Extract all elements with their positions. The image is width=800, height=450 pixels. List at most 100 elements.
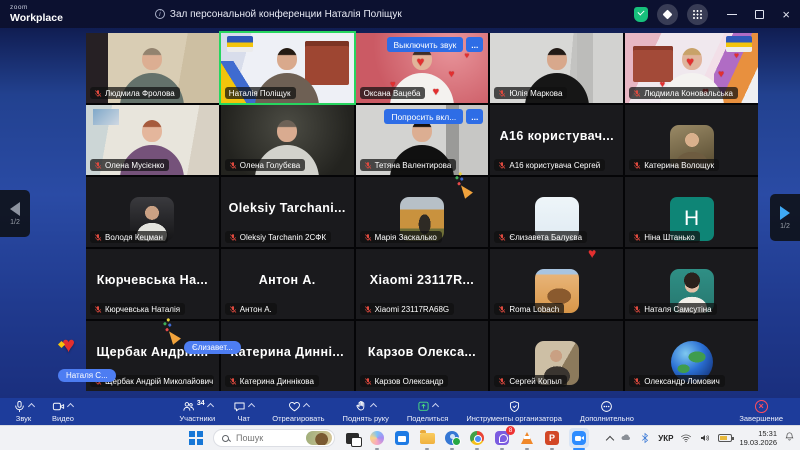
participant-tile[interactable]: Олександр Ломович (625, 321, 758, 391)
vlc-button[interactable] (519, 430, 535, 446)
muted-mic-icon (498, 305, 506, 314)
chrome-button[interactable] (469, 430, 485, 446)
notification-bell-icon[interactable] (784, 429, 795, 447)
participant-tile[interactable]: Єлизавета Балуєва (490, 177, 623, 247)
react-button[interactable]: Отреагировать (263, 398, 333, 425)
muted-mic-icon (498, 161, 506, 170)
participant-name: Людмила Фролова (105, 89, 175, 98)
contact-check-icon (445, 431, 459, 445)
tray-clock[interactable]: 15:31 19.03.2026 (739, 429, 777, 448)
participant-tile[interactable]: Roma Lobach (490, 249, 623, 319)
participant-tile[interactable]: Наталія Поліщук (221, 33, 354, 103)
zoom-app-button[interactable] (569, 428, 589, 448)
participant-tile[interactable]: Антон А.Антон А. (221, 249, 354, 319)
muted-mic-icon (633, 305, 641, 314)
volume-icon[interactable] (699, 432, 711, 444)
maximize-button[interactable] (755, 10, 764, 19)
bluetooth-tray-icon[interactable] (639, 432, 651, 444)
powerpoint-button[interactable]: P (544, 430, 560, 446)
chevron-up-icon[interactable] (28, 403, 35, 410)
participant-display-name: А16 користувач... (490, 129, 623, 143)
participant-tile[interactable]: Сергей Копыл (490, 321, 623, 391)
participant-tile[interactable]: ♥♥♥♥♥Людмила Коновальська (625, 33, 758, 103)
apps-grid-button[interactable] (687, 4, 708, 25)
meeting-title: i Зал персональной конференции Наталія П… (155, 9, 402, 20)
participant-nameplate: Єлизавета Балуєва (494, 231, 587, 243)
virtual-background-logo (726, 36, 752, 52)
participant-tile[interactable]: Олена Мусієнко (86, 105, 219, 175)
participant-nameplate: Олена Мусієнко (90, 159, 169, 171)
more-button[interactable]: Дополнительно (571, 398, 643, 425)
previous-page-button[interactable]: 1/2 (0, 190, 30, 237)
tile-more-options-button[interactable]: ... (466, 37, 483, 52)
participant-name: Xiaomi 23117RA68G (375, 305, 450, 314)
participant-tile[interactable]: Xiaomi 23117R...Xiaomi 23117RA68G (356, 249, 489, 319)
next-page-button[interactable]: 1/2 (770, 194, 800, 241)
participant-tile[interactable]: Попросить вкл......Тетяна Валентирова (356, 105, 489, 175)
language-indicator[interactable]: УКР (658, 434, 673, 443)
participant-tile[interactable]: Катерина Волощук (625, 105, 758, 175)
host-tools-button[interactable]: Инструменты организатора (457, 398, 571, 425)
participant-name: Oleksiy Tarchanin 2СФК (240, 233, 326, 242)
participant-tile[interactable]: Олена Голубєва (221, 105, 354, 175)
participant-tile[interactable]: ♥♥♥♥♥Выключить звук...Оксана Вацеба (356, 33, 489, 103)
ask-to-unmute-button[interactable]: Попросить вкл... (384, 109, 463, 124)
chevron-up-icon[interactable] (207, 403, 214, 410)
meeting-info-icon[interactable]: i (155, 9, 165, 19)
start-button[interactable] (188, 430, 204, 446)
audio-button[interactable]: Звук (4, 398, 43, 425)
share-screen-button[interactable]: Поделиться (398, 398, 457, 425)
participant-tile[interactable]: Oleksiy Tarchani...Oleksiy Tarchanin 2СФ… (221, 177, 354, 247)
participant-tile[interactable]: Наталя Самсутіна (625, 249, 758, 319)
chevron-up-icon[interactable] (67, 403, 74, 410)
wifi-icon[interactable] (680, 432, 692, 444)
chevron-up-icon[interactable] (248, 403, 255, 410)
participant-tile[interactable]: Юлія Маркова (490, 33, 623, 103)
participant-tile[interactable]: Володя Кецман (86, 177, 219, 247)
muted-mic-icon (633, 161, 641, 170)
mute-participant-button[interactable]: Выключить звук (387, 37, 464, 52)
muted-mic-icon (364, 305, 372, 314)
tray-hidden-icons-chevron[interactable] (606, 435, 614, 443)
participant-nameplate: Олександр Ломович (629, 375, 725, 387)
viber-button[interactable]: 8 (494, 430, 510, 446)
close-button[interactable]: × (782, 8, 790, 21)
security-shield-icon[interactable] (634, 7, 648, 22)
taskbar-search[interactable] (213, 429, 335, 447)
search-highlight-image[interactable] (306, 431, 332, 445)
chevron-up-icon[interactable] (303, 403, 310, 410)
microsoft-store-button[interactable] (394, 430, 410, 446)
participant-tile[interactable]: Катерина Динні...Катерина Диннікова (221, 321, 354, 391)
raise-hand-button[interactable]: Поднять руку (334, 398, 398, 425)
participant-nameplate: Катерина Волощук (629, 159, 719, 171)
battery-icon[interactable] (718, 434, 732, 442)
tile-more-options-button[interactable]: ... (466, 109, 483, 124)
participants-button[interactable]: 34 Участники (170, 398, 224, 425)
video-button[interactable]: Видео (43, 398, 83, 425)
copilot-button[interactable] (369, 430, 385, 446)
onedrive-cloud-icon[interactable] (620, 432, 632, 444)
file-explorer-button[interactable] (419, 430, 435, 446)
zoom-camera-icon (572, 431, 586, 445)
participant-tile[interactable]: Людмила Фролова (86, 33, 219, 103)
participants-icon (182, 400, 195, 413)
chevron-up-icon[interactable] (370, 403, 377, 410)
participant-name: Людмила Коновальська (644, 89, 733, 98)
chat-button[interactable]: Чат (224, 398, 263, 425)
ai-companion-button[interactable] (657, 4, 678, 25)
muted-mic-icon (633, 89, 641, 98)
end-meeting-button[interactable]: × Завершение (730, 398, 792, 425)
participant-nameplate: Наталя Самсутіна (629, 303, 716, 315)
participant-name: Катерина Диннікова (240, 377, 314, 386)
meetings-app-button[interactable] (444, 430, 460, 446)
participant-tile[interactable]: А16 користувач...А16 користувача Сергей (490, 105, 623, 175)
muted-mic-icon (94, 161, 102, 170)
task-view-button[interactable] (344, 430, 360, 446)
chevron-up-icon[interactable] (432, 403, 439, 410)
minimize-button[interactable] (727, 14, 737, 15)
search-input[interactable] (234, 432, 292, 444)
participant-tile[interactable]: ННіна Штанько (625, 177, 758, 247)
zoom-workplace-logo: zoom Workplace (10, 5, 63, 23)
participant-tile[interactable]: Кюрчевська На...Кюрчевська Наталія (86, 249, 219, 319)
participant-tile[interactable]: Карзов Олекса...Карзов Олександр (356, 321, 489, 391)
